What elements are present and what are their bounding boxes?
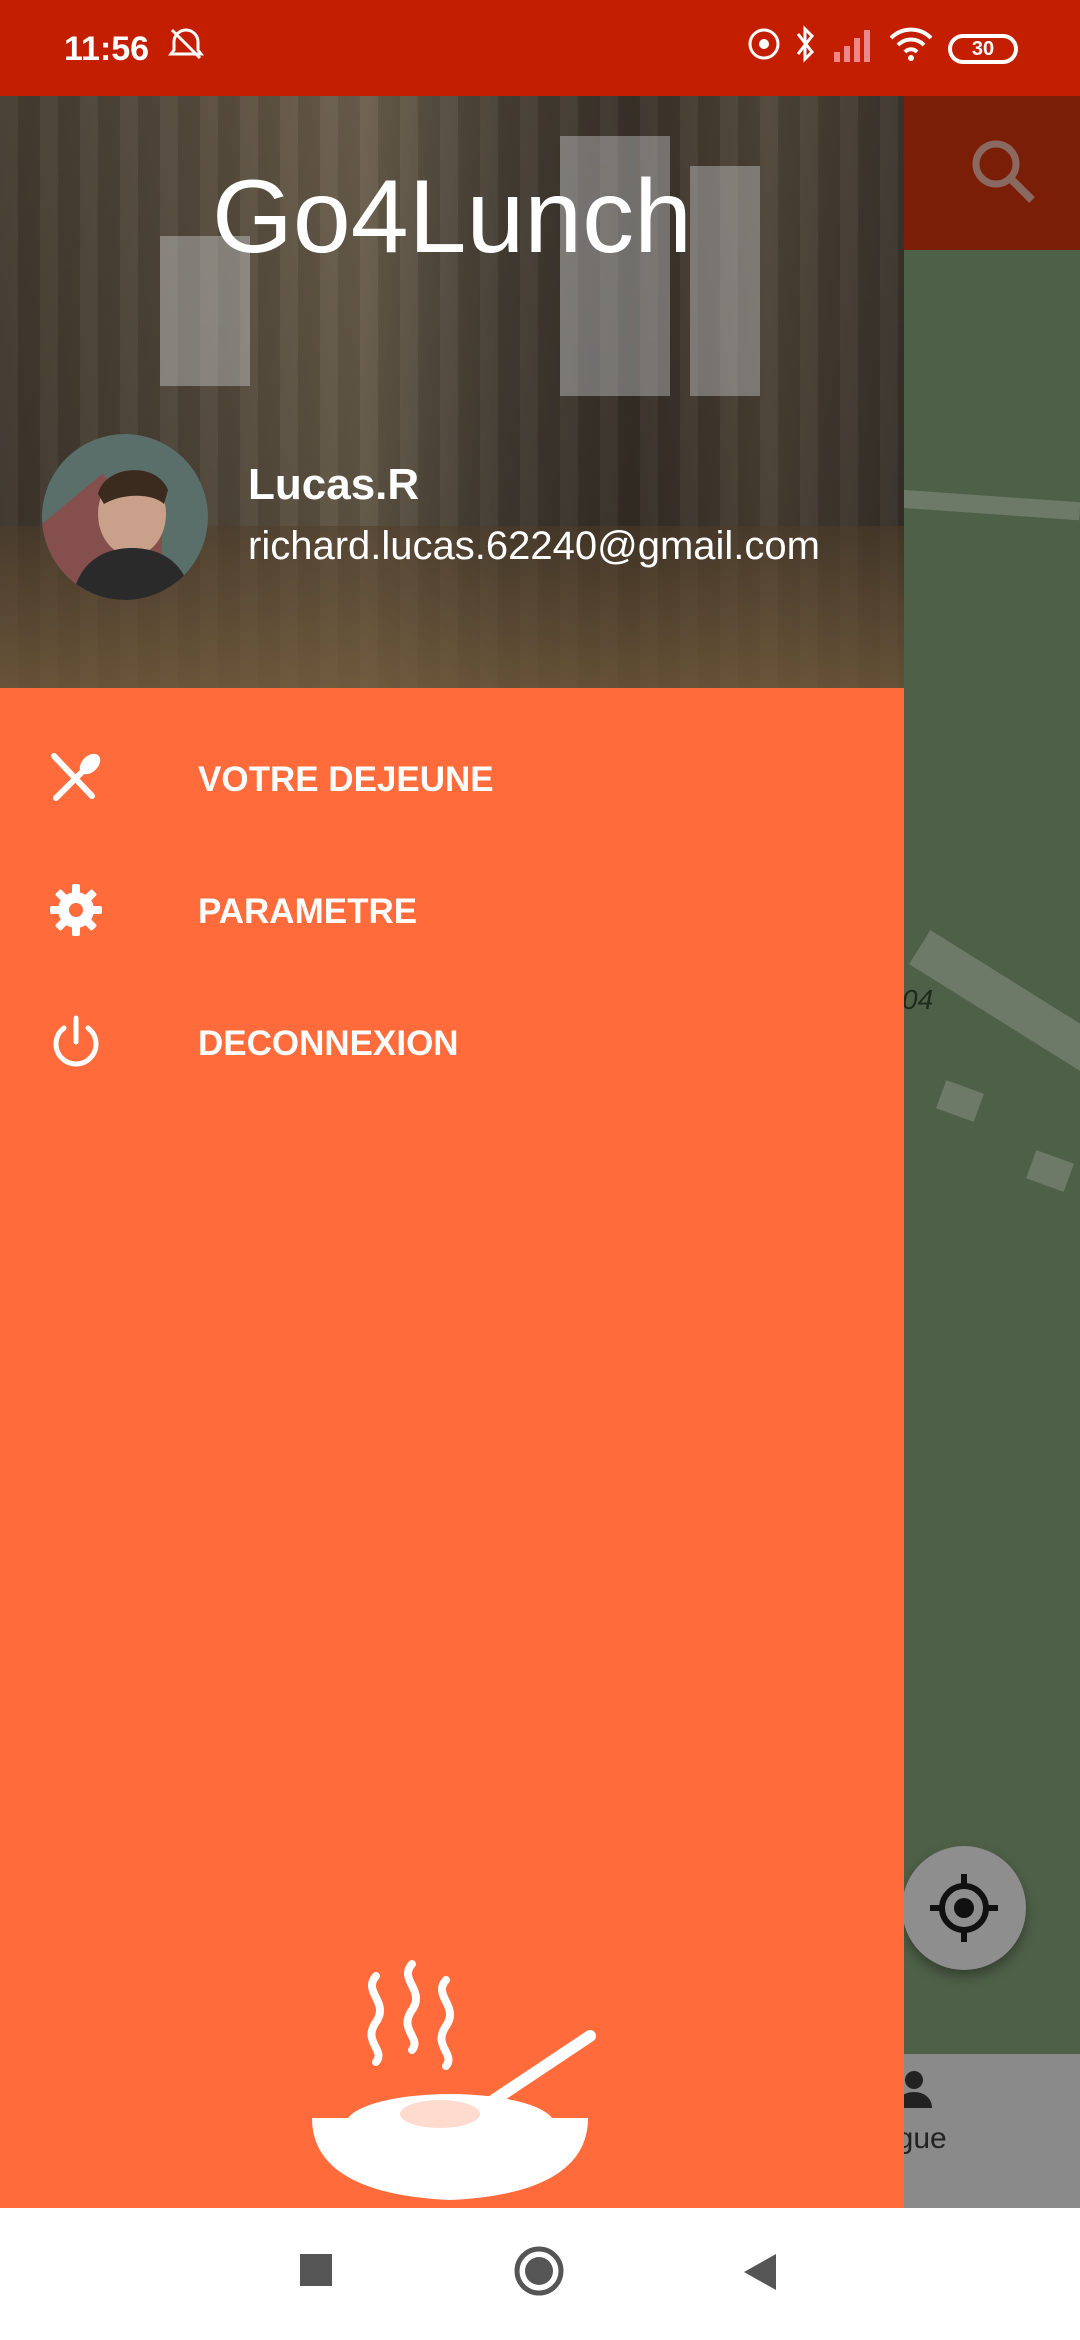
drawer-header: Go4Lunch Lucas.R richard.lucas.62240@gma…: [0, 96, 904, 688]
battery-indicator: 30: [948, 34, 1018, 64]
menu-item-settings[interactable]: PARAMETRE: [0, 850, 904, 970]
signal-icon: [834, 30, 870, 62]
menu-item-label: DECONNEXION: [198, 1024, 459, 1063]
navigation-drawer: Go4Lunch Lucas.R richard.lucas.62240@gma…: [0, 96, 904, 2208]
wifi-icon: [889, 27, 933, 61]
map-road: [909, 930, 1080, 1102]
map-road-label: 04: [902, 984, 934, 1015]
back-icon[interactable]: [740, 2252, 778, 2292]
search-icon[interactable]: [968, 136, 1038, 206]
user-photo: [42, 434, 208, 600]
map-building: [1026, 1150, 1074, 1192]
status-time: 11:56: [64, 30, 150, 68]
bluetooth-icon: [796, 25, 814, 63]
avatar[interactable]: [42, 434, 208, 600]
my-location-button[interactable]: [902, 1846, 1026, 1970]
system-nav-bar: [0, 2208, 1080, 2340]
fork-spoon-icon: [51, 753, 101, 801]
menu-item-your-lunch[interactable]: VOTRE DEJEUNE: [0, 718, 904, 838]
alarm-off-icon: [168, 28, 204, 60]
map-building: [936, 1080, 984, 1122]
map-road: [899, 489, 1080, 521]
hotspot-icon: [748, 28, 780, 60]
menu-item-logout[interactable]: DECONNEXION: [0, 982, 904, 1102]
user-name: Lucas.R: [248, 460, 420, 509]
home-icon[interactable]: [512, 2244, 566, 2298]
recents-icon[interactable]: [298, 2252, 334, 2288]
soup-bowl-icon: [312, 1960, 596, 2200]
menu-item-label: VOTRE DEJEUNE: [198, 760, 494, 799]
user-email: richard.lucas.62240@gmail.com: [248, 524, 820, 568]
crosshair-icon: [930, 1874, 998, 1942]
power-icon: [53, 1015, 99, 1067]
gear-icon: [50, 884, 102, 936]
status-bar: 11:56 30: [0, 0, 1080, 96]
menu-item-label: PARAMETRE: [198, 892, 418, 931]
app-title: Go4Lunch: [212, 159, 692, 275]
